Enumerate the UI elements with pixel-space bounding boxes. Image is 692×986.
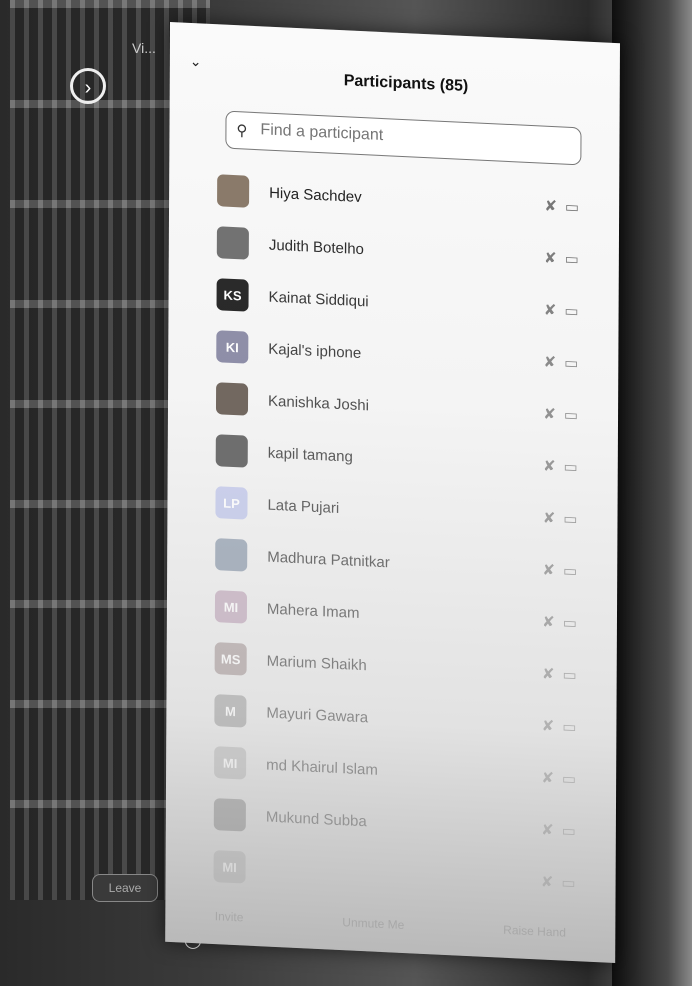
participant-name	[266, 869, 541, 882]
video-off-icon: ▭	[561, 822, 576, 841]
mic-muted-icon: ✘	[542, 561, 556, 580]
avatar: MI	[213, 850, 246, 884]
toolbar-icon[interactable]: ◯	[184, 930, 202, 950]
avatar	[217, 174, 250, 208]
avatar: MI	[214, 746, 247, 780]
participants-panel: ⌄ Participants (85) ⚲ Hiya Sachdev✘▭Judi…	[165, 22, 620, 964]
participant-name: Mahera Imam	[266, 600, 360, 622]
avatar: M	[214, 694, 247, 728]
video-off-icon: ▭	[563, 458, 578, 477]
mic-muted-icon: ✘	[541, 665, 555, 684]
search-input[interactable]	[258, 120, 563, 155]
mic-muted-icon: ✘	[541, 717, 555, 736]
participant-name: Judith Botelho	[268, 236, 364, 258]
video-off-icon: ▭	[563, 510, 578, 529]
mic-muted-icon: ✘	[542, 457, 556, 476]
avatar: MI	[214, 590, 248, 624]
avatar: LP	[215, 486, 248, 520]
search-field[interactable]: ⚲	[225, 110, 582, 166]
participant-name: Hiya Sachdev	[269, 184, 362, 206]
participant-status: ✘ ▭	[543, 405, 578, 425]
raise-hand-button[interactable]: Raise Hand	[503, 923, 566, 940]
participant-status: ✘ ▭	[543, 509, 578, 529]
avatar: MS	[214, 642, 247, 676]
meeting-toolbar: ◯ ○ ○	[184, 920, 484, 960]
mic-muted-icon: ✘	[542, 613, 555, 632]
video-off-icon: ▭	[564, 250, 579, 269]
avatar: KI	[216, 330, 249, 364]
avatar	[215, 434, 248, 468]
mic-muted-icon: ✘	[544, 249, 557, 268]
mic-muted-icon: ✘	[543, 301, 557, 320]
mic-muted-icon: ✘	[541, 821, 554, 840]
video-off-icon: ▭	[564, 302, 579, 321]
video-off-icon: ▭	[562, 718, 577, 737]
mic-muted-icon: ✘	[540, 873, 554, 892]
participant-status: ✘ ▭	[541, 821, 576, 841]
avatar	[215, 382, 249, 416]
participant-status: ✘ ▭	[542, 665, 577, 685]
mic-muted-icon: ✘	[544, 197, 557, 216]
participant-name: Kajal's iphone	[268, 340, 362, 362]
participant-status: ✘ ▭	[541, 769, 576, 789]
video-off-icon: ▭	[564, 198, 580, 217]
avatar	[213, 798, 246, 832]
participant-name: Kanishka Joshi	[267, 392, 369, 414]
participant-name: Marium Shaikh	[266, 652, 367, 674]
video-off-icon: ▭	[562, 666, 577, 685]
mic-muted-icon: ✘	[543, 353, 557, 372]
video-off-icon: ▭	[562, 562, 578, 581]
participant-name: md Khairul Islam	[266, 756, 378, 779]
chevron-down-icon[interactable]: ⌄	[190, 53, 202, 71]
search-icon: ⚲	[236, 122, 248, 140]
avatar	[216, 226, 249, 260]
participant-list: Hiya Sachdev ✘ ▭ Judith Botelho ✘ ▭ KS Kainat S…	[213, 164, 597, 910]
chevron-right-circle-icon[interactable]: ›	[70, 68, 106, 104]
participant-status: ✘ ▭	[544, 197, 579, 217]
mic-muted-icon: ✘	[541, 769, 554, 788]
window-title: Vi...	[132, 40, 156, 56]
video-off-icon: ▭	[561, 770, 577, 789]
participant-name: Lata Pujari	[267, 496, 340, 517]
leave-button[interactable]: Leave	[92, 874, 158, 902]
participant-status: ✘ ▭	[541, 872, 576, 892]
avatar	[215, 538, 248, 572]
toolbar-icon[interactable]: ○	[252, 931, 262, 949]
background-edge	[612, 0, 692, 986]
participant-status: ✘ ▭	[542, 717, 577, 737]
video-off-icon: ▭	[561, 874, 576, 893]
video-off-icon: ▭	[562, 614, 577, 633]
mic-muted-icon: ✘	[543, 405, 556, 424]
participant-status: ✘ ▭	[542, 561, 577, 581]
toolbar-icon[interactable]: ○	[222, 931, 232, 949]
participant-status: ✘ ▭	[543, 353, 578, 373]
panel-title: Participants (85)	[343, 72, 469, 96]
participant-status: ✘ ▭	[544, 301, 579, 321]
participant-status: ✘ ▭	[542, 613, 577, 633]
video-off-icon: ▭	[564, 354, 579, 373]
participant-name: Mukund Subba	[265, 808, 367, 830]
participant-name: Mayuri Gawara	[266, 704, 369, 726]
participant-status: ✘ ▭	[543, 457, 578, 477]
video-off-icon: ▭	[563, 406, 579, 425]
mic-muted-icon: ✘	[542, 509, 556, 528]
participant-name: kapil tamang	[267, 444, 353, 466]
participant-name: Madhura Patnitkar	[267, 548, 390, 571]
participant-status: ✘ ▭	[544, 249, 579, 269]
participant-name: Kainat Siddiqui	[268, 288, 369, 310]
avatar: KS	[216, 278, 249, 312]
